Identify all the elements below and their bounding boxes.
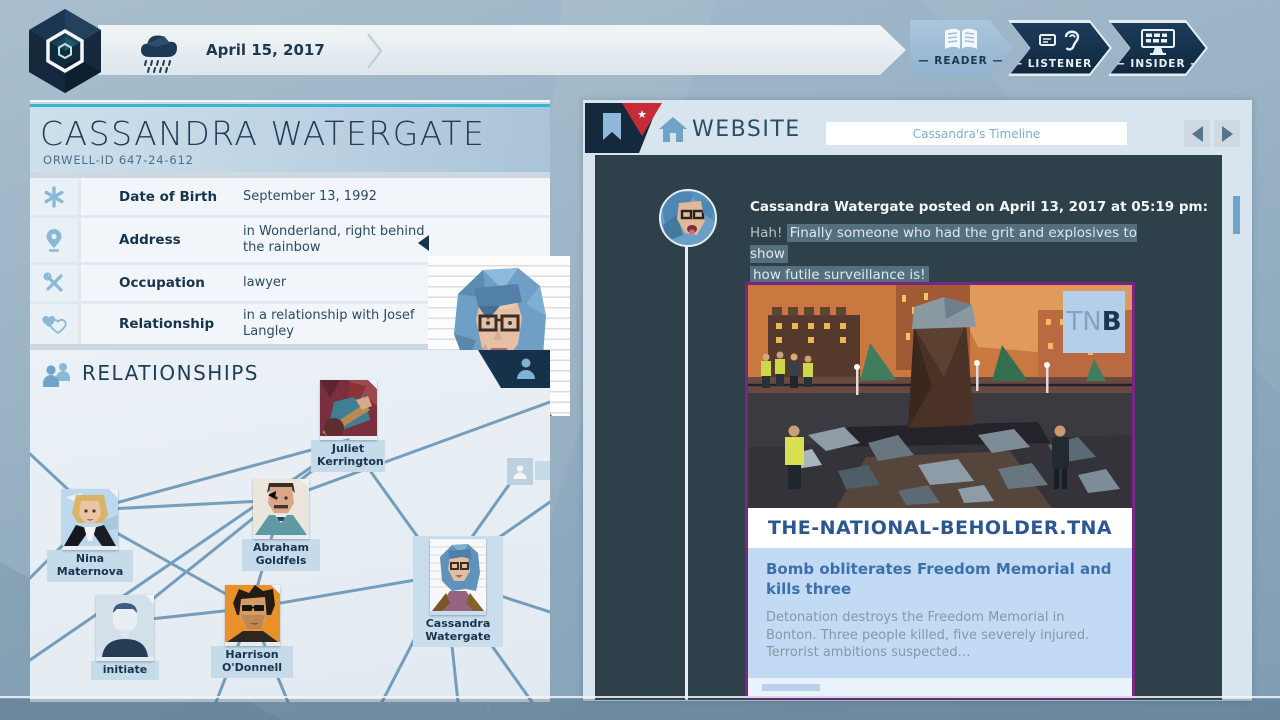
graph-node-partial[interactable] bbox=[507, 458, 533, 485]
datasheet-row-dob: Date of Birth September 13, 1992 bbox=[30, 178, 550, 215]
forward-button[interactable] bbox=[1214, 120, 1240, 147]
address-bar[interactable]: Cassandra's Timeline bbox=[826, 122, 1127, 145]
star-icon: ★ bbox=[637, 108, 647, 121]
graph-node-initiate[interactable]: initiate bbox=[96, 595, 154, 680]
bottom-shade bbox=[0, 699, 1280, 720]
tab-reader-label: — READER — bbox=[918, 55, 1004, 67]
graph-node-harrison[interactable]: Harrison O'Donnell bbox=[224, 585, 280, 678]
profile-name: CASSANDRA WATERGATE bbox=[40, 114, 485, 153]
node-photo bbox=[62, 489, 118, 550]
news-summary: Bomb obliterates Freedom Memorial and ki… bbox=[748, 548, 1132, 678]
field-label: Address bbox=[119, 232, 237, 248]
orwell-logo-icon bbox=[26, 6, 104, 96]
website-panel: ★ WEBSITE Cassandra's Timeline Cassa bbox=[583, 100, 1252, 701]
news-body-text: Detonation destroys the Freedom Memorial… bbox=[766, 609, 1096, 662]
news-card-scrollstrip bbox=[748, 678, 1132, 696]
post-highlight-datachunk[interactable]: Finally someone who had the grit and exp… bbox=[750, 224, 1137, 263]
post-avatar[interactable] bbox=[659, 189, 717, 247]
arrow-left-icon bbox=[1192, 126, 1203, 142]
profile-orwell-id: ORWELL-ID 647-24-612 bbox=[43, 153, 194, 167]
news-image: TNB bbox=[748, 285, 1132, 508]
profile-header: CASSANDRA WATERGATE ORWELL-ID 647-24-612 bbox=[30, 104, 550, 172]
field-value: lawyer bbox=[243, 275, 425, 291]
arrow-right-icon bbox=[1222, 126, 1233, 142]
field-value: in Wonderland, right behind the rainbow bbox=[243, 224, 425, 257]
bottom-divider bbox=[0, 696, 1280, 698]
node-photo bbox=[225, 585, 280, 646]
tnb-logo: TNB bbox=[1063, 291, 1125, 353]
bookmark-icon bbox=[603, 113, 621, 140]
node-label: Cassandra Watergate bbox=[417, 615, 499, 647]
tab-listener[interactable]: — LISTENER — bbox=[1008, 20, 1112, 76]
node-photo bbox=[320, 380, 377, 440]
node-label: M bbox=[535, 461, 550, 480]
node-label: Juliet Kerrington bbox=[311, 440, 385, 472]
field-label: Occupation bbox=[119, 275, 237, 291]
timeline-line bbox=[685, 243, 688, 700]
tnb-logo-tn: TN bbox=[1066, 307, 1101, 337]
location-pin-icon bbox=[30, 218, 78, 262]
node-label: initiate bbox=[91, 661, 159, 680]
graph-node-nina[interactable]: Nina Maternova bbox=[62, 489, 118, 582]
news-card-scroll-thumb[interactable] bbox=[762, 684, 820, 691]
portrait-pointer bbox=[418, 235, 429, 251]
home-icon[interactable] bbox=[659, 117, 687, 142]
graph-node-abraham[interactable]: Abraham Goldfels bbox=[253, 479, 309, 571]
tab-insider[interactable]: — INSIDER — bbox=[1108, 20, 1208, 76]
tab-insider-label: — INSIDER — bbox=[1114, 58, 1201, 70]
node-label: Harrison O'Donnell bbox=[211, 646, 293, 678]
snowflake-icon bbox=[30, 178, 78, 215]
field-label: Date of Birth bbox=[119, 189, 237, 205]
back-button[interactable] bbox=[1184, 120, 1210, 147]
listener-ear-icon bbox=[1038, 28, 1082, 56]
graph-node-cassandra[interactable]: Cassandra Watergate bbox=[413, 536, 503, 647]
profile-datasheet: Date of Birth September 13, 1992 Address… bbox=[30, 178, 550, 344]
post-author-line: Cassandra Watergate posted on April 13, … bbox=[750, 199, 1208, 215]
post-text: Hah! Finally someone who had the grit an… bbox=[750, 223, 1170, 286]
field-value: in a relationship with Josef Langley bbox=[243, 308, 425, 341]
website-content: Cassandra Watergate posted on April 13, … bbox=[595, 155, 1222, 700]
chevron-right-icon bbox=[366, 33, 384, 69]
relationships-panel: RELATIONSHIPS bbox=[30, 350, 550, 702]
tools-icon bbox=[30, 265, 78, 301]
graph-node-juliet[interactable]: Juliet Kerrington bbox=[319, 380, 377, 472]
node-label: Abraham Goldfels bbox=[242, 539, 320, 571]
node-photo bbox=[96, 595, 154, 661]
current-date: April 15, 2017 bbox=[206, 41, 325, 59]
news-headline[interactable]: Bomb obliterates Freedom Memorial and ki… bbox=[766, 560, 1114, 599]
news-card[interactable]: TNB THE-NATIONAL-BEHOLDER.TNA Bomb oblit… bbox=[745, 282, 1135, 699]
field-value: September 13, 1992 bbox=[243, 188, 425, 204]
tab-listener-label: — LISTENER — bbox=[1012, 58, 1109, 70]
hearts-icon bbox=[30, 304, 78, 344]
panel-scrollbar-thumb[interactable] bbox=[1233, 196, 1240, 234]
rain-cloud-icon bbox=[136, 31, 198, 73]
news-site-name[interactable]: THE-NATIONAL-BEHOLDER.TNA bbox=[748, 508, 1132, 548]
post-lead: Hah! bbox=[750, 225, 787, 241]
field-label: Relationship bbox=[119, 316, 237, 332]
website-section-label: WEBSITE bbox=[692, 117, 801, 142]
person-placeholder-icon bbox=[513, 464, 527, 480]
address-bar-text: Cassandra's Timeline bbox=[913, 127, 1041, 141]
book-icon bbox=[942, 27, 980, 53]
node-photo bbox=[253, 479, 309, 539]
node-photo bbox=[430, 539, 486, 615]
node-label: Nina Maternova bbox=[47, 550, 133, 582]
profile-panel: CASSANDRA WATERGATE ORWELL-ID 647-24-612… bbox=[30, 100, 550, 702]
tab-reader[interactable]: — READER — bbox=[910, 20, 1012, 76]
monitor-icon bbox=[1138, 28, 1178, 56]
tnb-logo-b: B bbox=[1102, 307, 1122, 337]
